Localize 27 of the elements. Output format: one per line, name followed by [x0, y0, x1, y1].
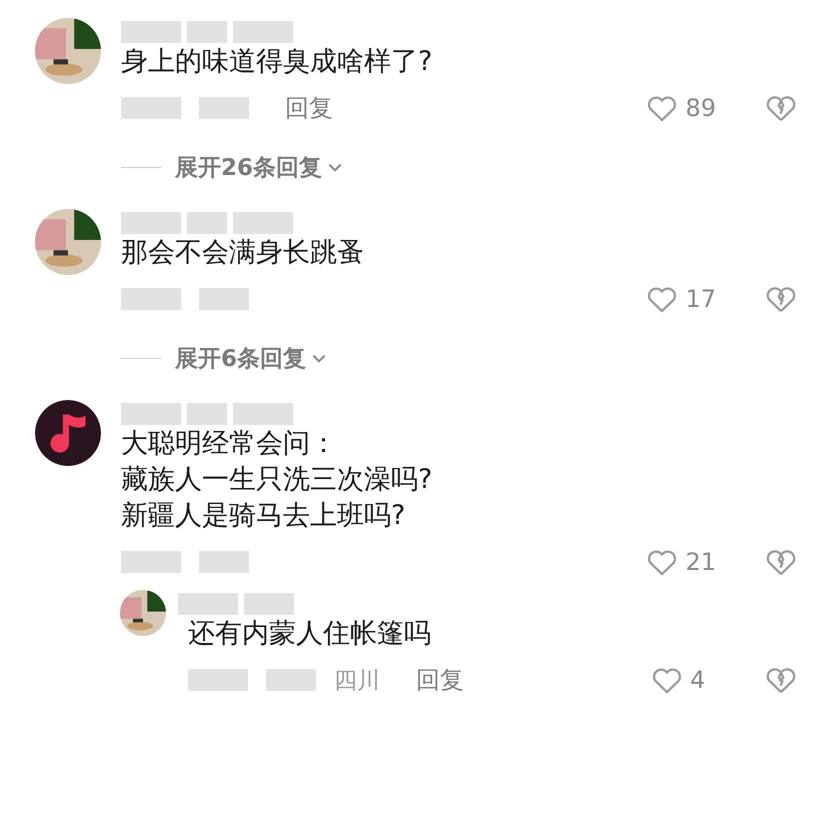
comment-text: 新疆人是骑马去上班吗?: [121, 499, 406, 533]
like-count: 89: [685, 94, 716, 122]
comment-text: 大聪明经常会问：: [121, 427, 337, 461]
comment-text: 身上的味道得臭成啥样了?: [121, 45, 432, 79]
location-text: 四川: [334, 666, 380, 696]
expand-replies-link[interactable]: 展开26条回复: [175, 152, 344, 183]
mosaic-block: [233, 403, 293, 425]
music-note-icon: [35, 400, 101, 466]
like-count: 4: [690, 666, 706, 694]
mosaic-block: [199, 288, 249, 310]
mosaic-block: [233, 21, 293, 43]
mosaic-block: [199, 551, 249, 573]
mosaic-block: [199, 97, 249, 119]
mosaic-block: [187, 403, 227, 425]
comment-text: 还有内蒙人住帐篷吗: [188, 617, 431, 651]
comment-text: 藏族人一生只洗三次澡吗?: [121, 463, 432, 497]
reply-link[interactable]: 回复: [285, 92, 333, 124]
mosaic-block: [187, 21, 227, 43]
reply-link[interactable]: 回复: [416, 664, 464, 696]
like-count: 17: [685, 285, 716, 313]
like-count: 21: [685, 548, 716, 576]
comment-text: 那会不会满身长跳蚤: [121, 236, 364, 270]
mosaic-block: [233, 212, 293, 234]
mosaic-block: [244, 593, 294, 615]
mosaic-block: [187, 212, 227, 234]
expand-replies-link[interactable]: 展开6条回复: [175, 343, 328, 374]
mosaic-block: [266, 669, 316, 691]
